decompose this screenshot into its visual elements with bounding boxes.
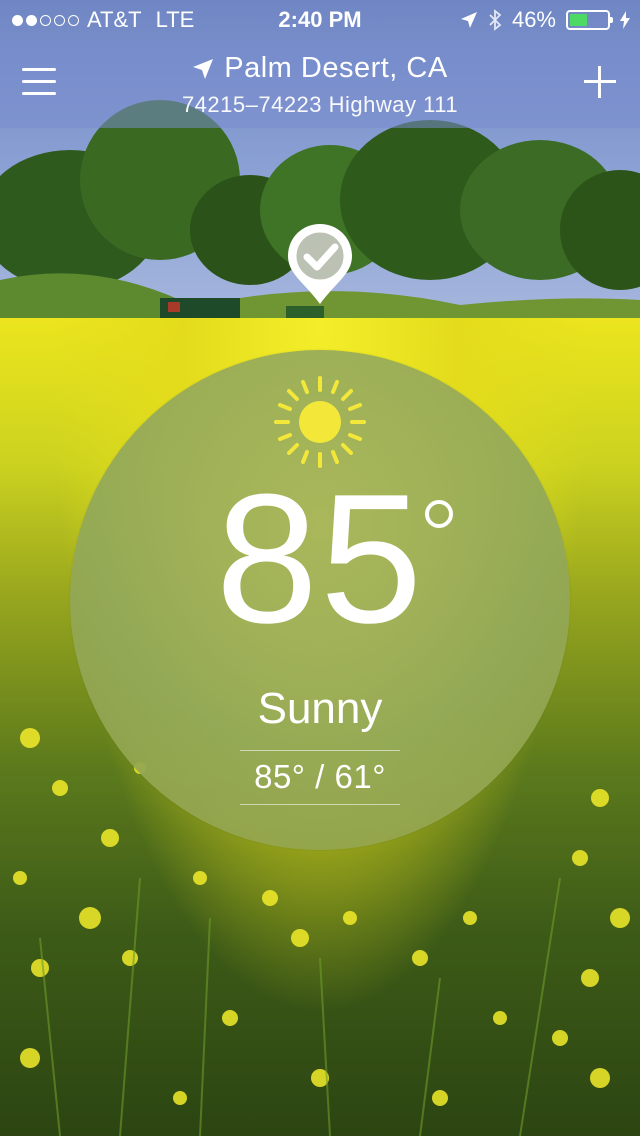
check-marker-icon[interactable] [284,220,356,308]
status-right: 46% [460,0,630,40]
divider [240,804,400,805]
divider [240,750,400,751]
battery-icon [566,10,613,30]
location-address: 74215–74223 Highway 111 [181,92,459,117]
current-temperature: 85 [215,455,425,661]
bluetooth-icon [489,9,502,31]
location-name: Palm Desert, CA [224,52,448,84]
plus-icon[interactable] [584,66,616,98]
high-low-temperature: 85° / 61° [254,758,386,795]
location-title[interactable]: Palm Desert, CA [0,52,640,85]
degree-symbol [425,500,453,528]
charging-bolt-icon [620,11,630,29]
weather-card[interactable]: 85 Sunny 85° / 61° [70,350,570,850]
nav-bar: Palm Desert, CA 74215–74223 Highway 111 [0,40,640,128]
location-arrow-icon [460,12,477,28]
location-arrow-icon [193,59,214,80]
status-bar: AT&T LTE 2:40 PM 46% [0,0,640,40]
battery-percent: 46% [511,7,556,32]
weather-condition: Sunny [257,684,383,733]
